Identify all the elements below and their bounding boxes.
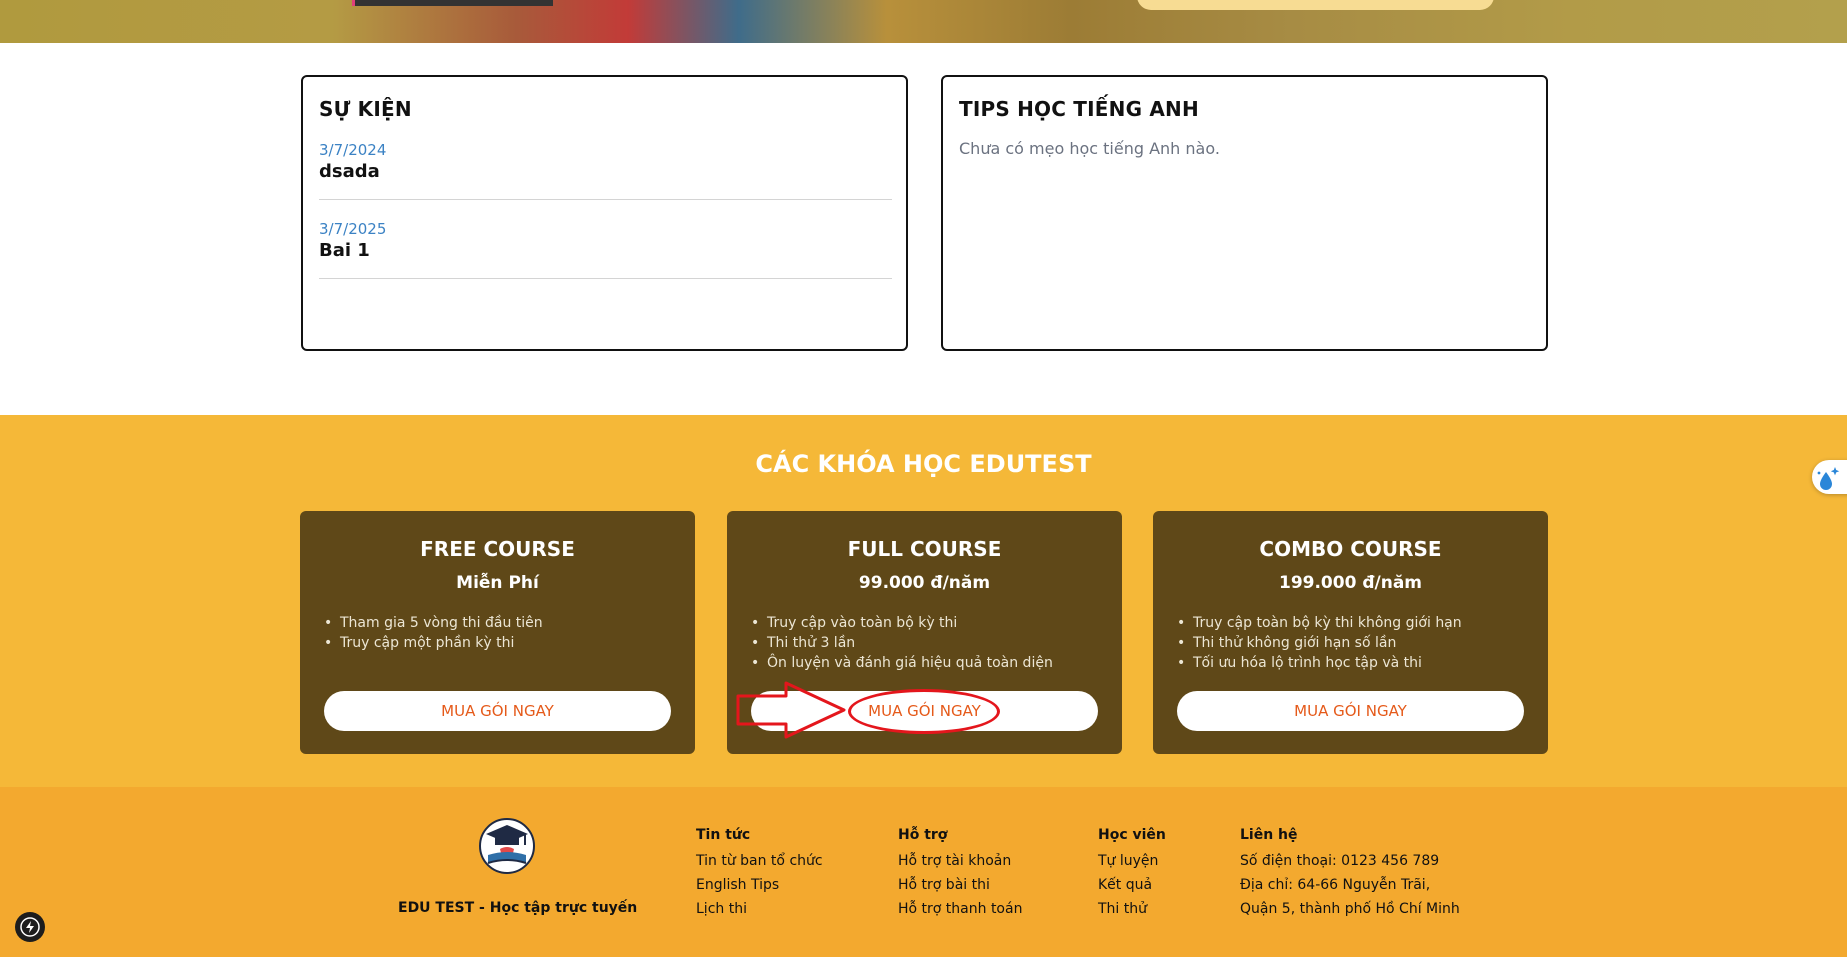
footer-link[interactable]: Hỗ trợ thanh toán	[898, 897, 1022, 921]
events-title: SỰ KIỆN	[319, 97, 412, 121]
hero-banner-strip	[0, 0, 1847, 43]
course-price: Miễn Phí	[456, 573, 539, 593]
course-card-combo: COMBO COURSE 199.000 đ/năm Truy cập toàn…	[1153, 511, 1548, 754]
footer-link[interactable]: Hỗ trợ tài khoản	[898, 849, 1022, 873]
footer-contact-line: Quận 5, thành phố Hồ Chí Minh	[1240, 901, 1460, 917]
course-features: Tham gia 5 vòng thi đầu tiên Truy cập mộ…	[324, 613, 695, 653]
course-feature: Tối ưu hóa lộ trình học tập và thi	[1177, 653, 1548, 673]
footer-col-title: Hỗ trợ	[898, 827, 948, 843]
course-feature: Truy cập toàn bộ kỳ thi không giới hạn	[1177, 613, 1548, 633]
footer-col-title: Tin tức	[696, 827, 751, 843]
course-feature: Ôn luyện và đánh giá hiệu quả toàn diện	[751, 653, 1122, 673]
annotation-ellipse	[848, 689, 1000, 734]
footer-contact-line: Số điện thoại: 0123 456 789	[1240, 853, 1440, 869]
events-card: SỰ KIỆN 3/7/2024 dsada 3/7/2025 Bai 1	[301, 75, 908, 351]
hero-dark-bar	[355, 0, 553, 6]
side-assistant-widget[interactable]	[1812, 460, 1847, 494]
event-item[interactable]: 3/7/2024 dsada	[319, 121, 892, 200]
footer-col-title: Liên hệ	[1240, 827, 1298, 843]
hero-pill-button[interactable]	[1137, 0, 1494, 10]
course-feature: Truy cập một phần kỳ thi	[324, 633, 695, 653]
footer-link[interactable]: Tin từ ban tổ chức	[696, 849, 823, 873]
lightning-icon	[20, 917, 40, 937]
course-feature: Thi thử 3 lần	[751, 633, 1122, 653]
event-date: 3/7/2024	[319, 141, 387, 159]
event-title[interactable]: Bai 1	[319, 240, 892, 261]
course-name: FREE COURSE	[420, 537, 575, 561]
site-footer: EDU TEST - Học tập trực tuyến Tin tức Ti…	[0, 787, 1847, 957]
courses-heading: CÁC KHÓA HỌC EDUTEST	[755, 450, 1092, 478]
footer-col-student: Học viên Tự luyện Kết quả Thi thử	[1098, 827, 1166, 921]
course-name: COMBO COURSE	[1259, 537, 1442, 561]
tips-empty-message: Chưa có mẹo học tiếng Anh nào.	[959, 139, 1220, 158]
footer-col-support: Hỗ trợ Hỗ trợ tài khoản Hỗ trợ bài thi H…	[898, 827, 1022, 921]
footer-link[interactable]: Hỗ trợ bài thi	[898, 873, 1022, 897]
event-item[interactable]: 3/7/2025 Bai 1	[319, 200, 892, 279]
footer-link[interactable]: English Tips	[696, 873, 823, 897]
course-price: 99.000 đ/năm	[858, 573, 991, 593]
course-feature: Tham gia 5 vòng thi đầu tiên	[324, 613, 695, 633]
course-card-free: FREE COURSE Miễn Phí Tham gia 5 vòng thi…	[300, 511, 695, 754]
course-features: Truy cập vào toàn bộ kỳ thi Thi thử 3 lầ…	[751, 613, 1122, 673]
footer-link[interactable]: Thi thử	[1098, 897, 1166, 921]
annotation-arrow-icon	[736, 681, 846, 739]
course-features: Truy cập toàn bộ kỳ thi không giới hạn T…	[1177, 613, 1548, 673]
buy-now-button[interactable]: MUA GÓI NGAY	[1177, 691, 1524, 731]
footer-brand-name: EDU TEST - Học tập trực tuyến	[398, 900, 638, 916]
footer-link[interactable]: Kết quả	[1098, 873, 1166, 897]
course-feature: Thi thử không giới hạn số lần	[1177, 633, 1548, 653]
footer-link[interactable]: Tự luyện	[1098, 849, 1166, 873]
edutest-logo-icon[interactable]	[478, 817, 536, 875]
buy-now-button[interactable]: MUA GÓI NGAY	[324, 691, 671, 731]
footer-col-title: Học viên	[1098, 827, 1166, 843]
course-feature: Truy cập vào toàn bộ kỳ thi	[751, 613, 1122, 633]
footer-link[interactable]: Lịch thi	[696, 897, 823, 921]
footer-col-news: Tin tức Tin từ ban tổ chức English Tips …	[696, 827, 823, 921]
sparkle-drop-icon	[1817, 467, 1840, 490]
course-price: 199.000 đ/năm	[1278, 573, 1422, 593]
event-title[interactable]: dsada	[319, 161, 892, 182]
tips-title: TIPS HỌC TIẾNG ANH	[959, 97, 1199, 121]
footer-col-contact: Liên hệ Số điện thoại: 0123 456 789 Địa …	[1240, 827, 1460, 921]
tips-card: TIPS HỌC TIẾNG ANH Chưa có mẹo học tiếng…	[941, 75, 1548, 351]
event-date: 3/7/2025	[319, 220, 387, 238]
quick-action-button[interactable]	[15, 912, 45, 942]
footer-contact-line: Địa chỉ: 64-66 Nguyễn Trãi,	[1240, 877, 1431, 893]
course-name: FULL COURSE	[847, 537, 1002, 561]
